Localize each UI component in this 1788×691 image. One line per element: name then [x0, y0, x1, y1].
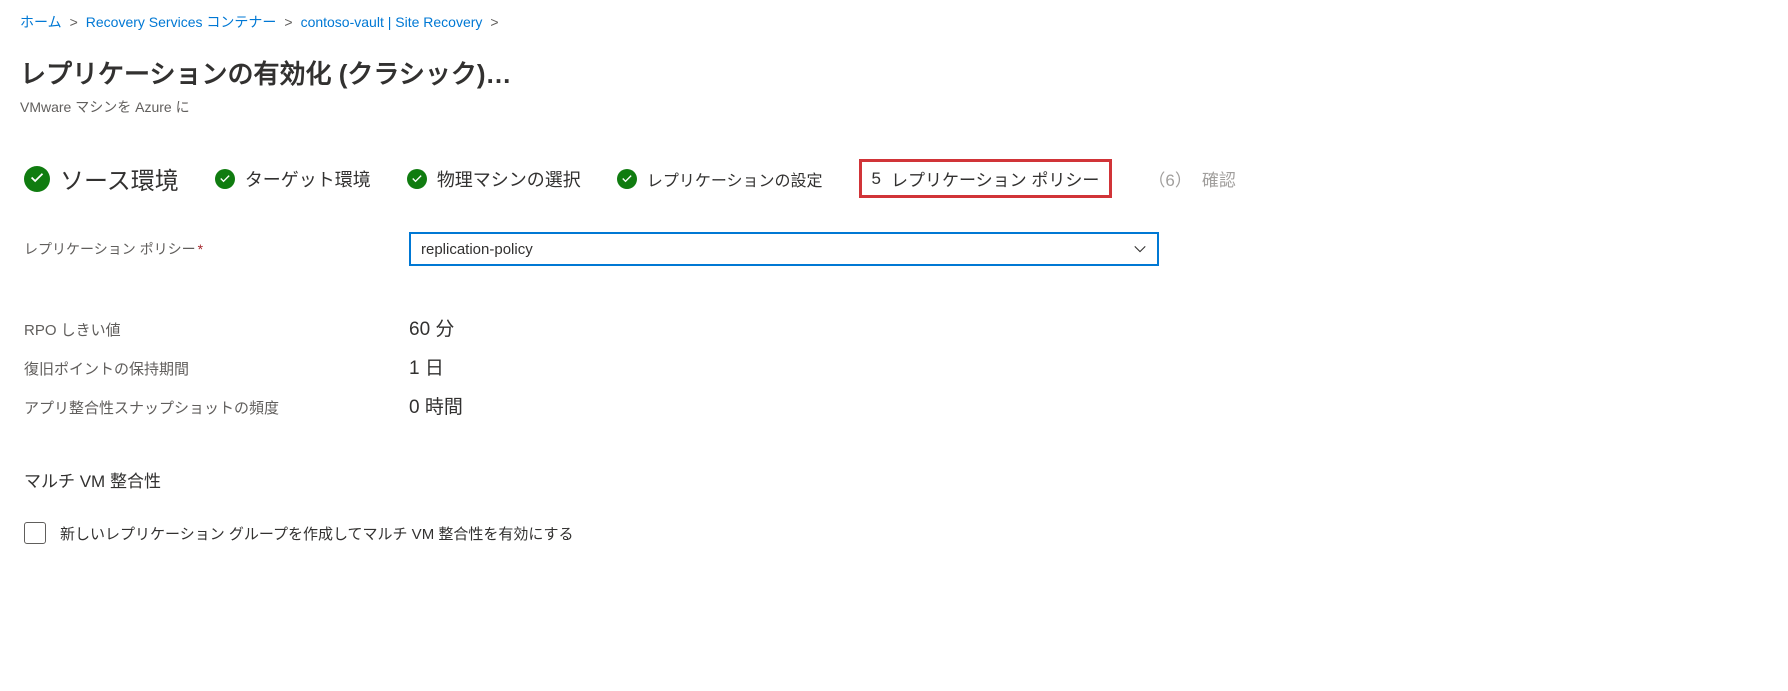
step-number: 5 — [872, 169, 881, 189]
step-label: レプリケーション ポリシー — [891, 166, 1099, 191]
breadcrumb: ホーム > Recovery Services コンテナー > contoso-… — [20, 12, 1768, 32]
breadcrumb-sep: > — [490, 14, 498, 30]
breadcrumb-home[interactable]: ホーム — [20, 12, 62, 32]
checkmark-icon — [24, 166, 50, 192]
checkmark-icon — [617, 169, 637, 189]
required-indicator: * — [198, 241, 203, 257]
snapshot-value: 0 時間 — [409, 392, 463, 419]
rpo-value: 60 分 — [409, 314, 454, 341]
step-replication-settings[interactable]: レプリケーションの設定 — [617, 167, 823, 191]
form-row-policy: レプリケーション ポリシー* replication-policy — [24, 232, 1768, 266]
step-number: （6） — [1148, 166, 1191, 191]
rpo-label: RPO しきい値 — [24, 319, 409, 340]
step-replication-policy[interactable]: 5 レプリケーション ポリシー — [859, 159, 1113, 198]
select-value: replication-policy — [421, 241, 533, 258]
detail-retention: 復旧ポイントの保持期間 1 日 — [24, 353, 1768, 380]
step-target-env[interactable]: ターゲット環境 — [215, 166, 371, 192]
step-label: 確認 — [1202, 166, 1236, 191]
multi-vm-heading: マルチ VM 整合性 — [24, 467, 1768, 492]
step-label: 物理マシンの選択 — [437, 166, 581, 192]
page-subtitle: VMware マシンを Azure に — [20, 97, 1768, 117]
multi-vm-checkbox[interactable] — [24, 522, 46, 544]
detail-snapshot: アプリ整合性スナップショットの頻度 0 時間 — [24, 392, 1768, 419]
detail-rpo: RPO しきい値 60 分 — [24, 314, 1768, 341]
wizard-steps: ソース環境 ターゲット環境 物理マシンの選択 レプリケーションの設定 5 レプリ… — [20, 159, 1768, 198]
retention-value: 1 日 — [409, 353, 444, 380]
breadcrumb-sep: > — [284, 14, 292, 30]
snapshot-label: アプリ整合性スナップショットの頻度 — [24, 397, 409, 418]
step-physical-machines[interactable]: 物理マシンの選択 — [407, 166, 581, 192]
step-label: ターゲット環境 — [245, 166, 371, 192]
form-area: レプリケーション ポリシー* replication-policy RPO しき… — [20, 232, 1768, 544]
step-label: レプリケーションの設定 — [647, 167, 823, 191]
policy-details: RPO しきい値 60 分 復旧ポイントの保持期間 1 日 アプリ整合性スナップ… — [24, 314, 1768, 419]
replication-policy-select[interactable]: replication-policy — [409, 232, 1159, 266]
multi-vm-checkbox-label: 新しいレプリケーション グループを作成してマルチ VM 整合性を有効にする — [60, 523, 574, 544]
page-title: レプリケーションの有効化 (クラシック)… — [20, 54, 1768, 91]
checkmark-icon — [215, 169, 235, 189]
step-label: ソース環境 — [60, 161, 179, 196]
replication-policy-label: レプリケーション ポリシー* — [24, 239, 409, 259]
chevron-down-icon — [1133, 242, 1147, 256]
checkmark-icon — [407, 169, 427, 189]
multi-vm-checkbox-row: 新しいレプリケーション グループを作成してマルチ VM 整合性を有効にする — [24, 522, 1768, 544]
step-confirm: （6） 確認 — [1148, 166, 1235, 191]
breadcrumb-recovery-services[interactable]: Recovery Services コンテナー — [86, 12, 277, 32]
breadcrumb-sep: > — [70, 14, 78, 30]
retention-label: 復旧ポイントの保持期間 — [24, 358, 409, 379]
step-source-env[interactable]: ソース環境 — [24, 161, 179, 196]
label-text: レプリケーション ポリシー — [24, 241, 196, 257]
breadcrumb-vault[interactable]: contoso-vault | Site Recovery — [301, 14, 483, 30]
